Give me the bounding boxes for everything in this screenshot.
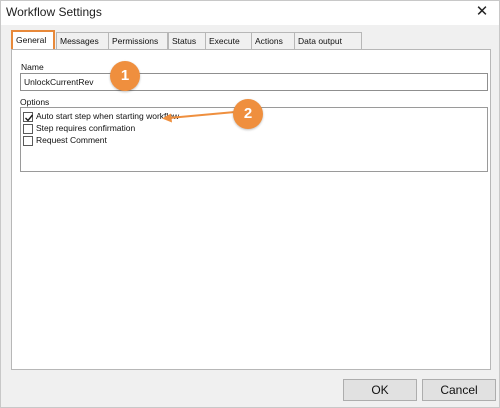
name-label: Name <box>21 62 44 72</box>
tab-messages[interactable]: Messages <box>56 32 109 49</box>
checkmark-icon <box>25 114 34 122</box>
options-label: Options <box>20 97 50 107</box>
close-icon[interactable]: ✕ <box>465 1 499 25</box>
title-bar: Workflow Settings ✕ <box>1 1 499 25</box>
name-field[interactable]: UnlockCurrentRev <box>20 73 488 91</box>
request-comment-label: Request Comment <box>36 135 107 145</box>
tab-status[interactable]: Status <box>168 32 206 49</box>
cancel-button[interactable]: Cancel <box>422 379 496 401</box>
auto-start-checkbox[interactable] <box>23 112 34 122</box>
arrow-left-icon <box>162 111 236 123</box>
general-tab-panel <box>11 49 491 370</box>
window-title: Workflow Settings <box>6 5 102 19</box>
auto-start-label: Auto start step when starting workflow <box>36 111 180 121</box>
callout-badge-2: 2 <box>233 99 263 129</box>
tab-general[interactable]: General <box>11 30 55 49</box>
tab-permissions[interactable]: Permissions <box>108 32 168 49</box>
callout-badge-1: 1 <box>110 61 140 91</box>
ok-button[interactable]: OK <box>343 379 417 401</box>
step-confirmation-label: Step requires confirmation <box>36 123 136 133</box>
workflow-settings-dialog: Workflow Settings ✕ General Messages Per… <box>0 0 500 408</box>
tab-actions[interactable]: Actions <box>251 32 295 49</box>
tab-execute[interactable]: Execute <box>205 32 252 49</box>
tab-data-output[interactable]: Data output <box>294 32 362 49</box>
request-comment-checkbox[interactable] <box>23 136 33 146</box>
step-confirmation-checkbox[interactable] <box>23 124 33 134</box>
